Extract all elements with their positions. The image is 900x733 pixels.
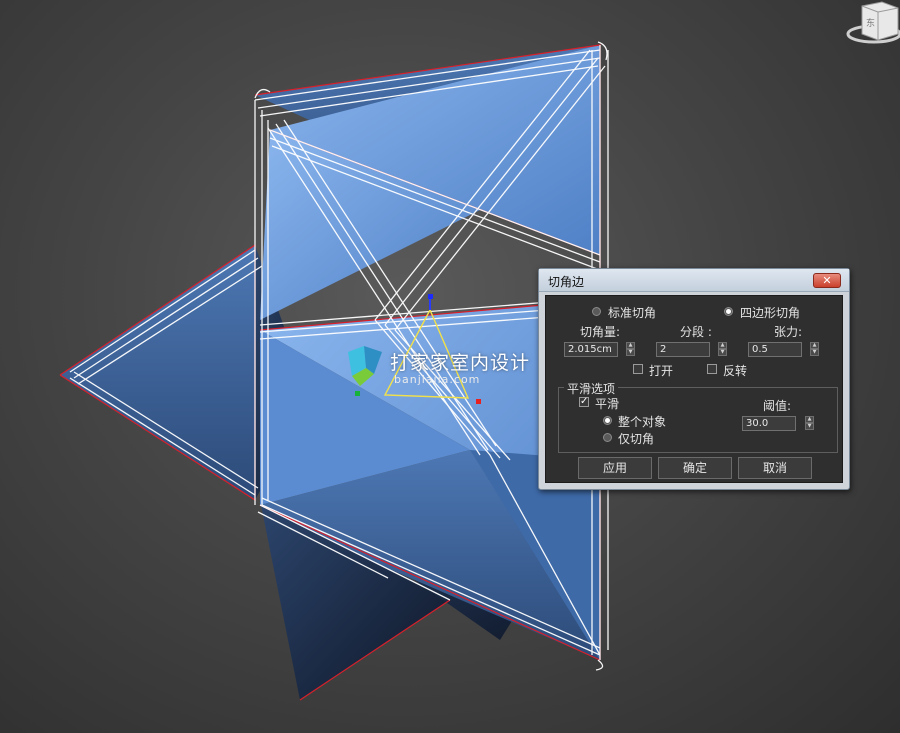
dialog-titlebar[interactable]: 切角边 ✕ bbox=[539, 269, 849, 292]
amount-label: 切角量: bbox=[580, 325, 621, 339]
threshold-spinner[interactable]: ▲ ▼ bbox=[805, 416, 814, 431]
chamfer-only-label[interactable]: 仅切角 bbox=[618, 430, 654, 447]
watermark-logo-icon bbox=[348, 346, 382, 386]
quad-chamfer-label[interactable]: 四边形切角 bbox=[740, 304, 800, 321]
segments-input[interactable] bbox=[656, 342, 710, 357]
threshold-input[interactable] bbox=[742, 416, 796, 431]
dialog-title: 切角边 bbox=[548, 275, 585, 289]
open-checkbox[interactable] bbox=[633, 364, 643, 374]
quad-chamfer-radio[interactable] bbox=[724, 307, 733, 316]
whole-object-label[interactable]: 整个对象 bbox=[618, 413, 666, 430]
amount-input[interactable] bbox=[564, 342, 618, 357]
threshold-label: 阈值: bbox=[763, 399, 792, 413]
viewcube-label: 东 bbox=[866, 17, 875, 29]
watermark-title: 打家家室内设计 bbox=[390, 352, 531, 374]
watermark: 打家家室内设计 banjiajia.com bbox=[344, 346, 564, 396]
invert-checkbox[interactable] bbox=[707, 364, 717, 374]
open-label[interactable]: 打开 bbox=[649, 362, 673, 379]
viewcube-icon: 东 bbox=[846, 1, 900, 44]
tension-spinner[interactable]: ▲ ▼ bbox=[810, 342, 819, 357]
invert-label[interactable]: 反转 bbox=[723, 362, 747, 379]
face-left bbox=[60, 245, 255, 500]
smooth-label[interactable]: 平滑 bbox=[595, 395, 619, 412]
standard-chamfer-label[interactable]: 标准切角 bbox=[608, 304, 656, 321]
cancel-button[interactable]: 取消 bbox=[738, 457, 812, 479]
whole-object-radio[interactable] bbox=[603, 416, 612, 425]
close-button[interactable]: ✕ bbox=[813, 273, 841, 288]
standard-chamfer-radio[interactable] bbox=[592, 307, 601, 316]
apply-button[interactable]: 应用 bbox=[578, 457, 652, 479]
chamfer-edge-dialog: 切角边 ✕ 标准切角 四边形切角 切角量: 分段 : 张力: ▲▼ ▲▼ ▲▼ … bbox=[538, 268, 850, 490]
ok-button[interactable]: 确定 bbox=[658, 457, 732, 479]
segments-label: 分段 : bbox=[680, 325, 712, 339]
chamfer-only-radio[interactable] bbox=[603, 433, 612, 442]
tension-input[interactable] bbox=[748, 342, 802, 357]
segments-spinner[interactable]: ▲ ▼ bbox=[718, 342, 727, 357]
viewcube[interactable]: 东 bbox=[840, 0, 900, 50]
smooth-checkbox[interactable]: ✓ bbox=[579, 397, 589, 407]
watermark-url: banjiajia.com bbox=[394, 373, 481, 386]
dialog-body: 标准切角 四边形切角 切角量: 分段 : 张力: ▲▼ ▲▼ ▲▼ 打开 反转 … bbox=[545, 295, 843, 483]
amount-spinner[interactable]: ▲ ▼ bbox=[626, 342, 635, 357]
tension-label: 张力: bbox=[774, 325, 803, 339]
